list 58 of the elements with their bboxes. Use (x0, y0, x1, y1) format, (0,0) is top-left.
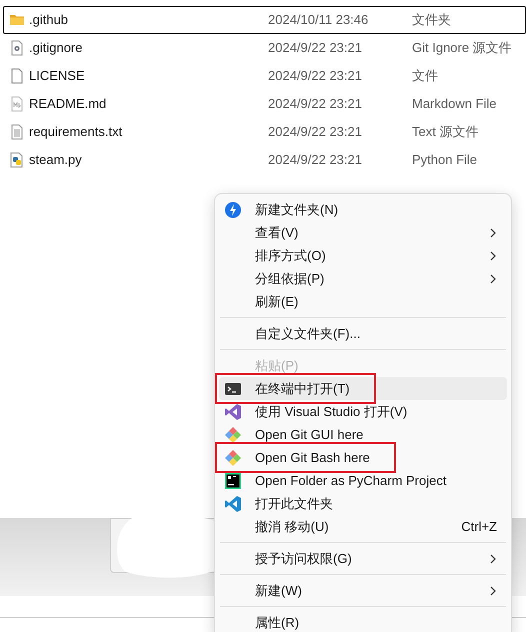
menu-item[interactable]: 使用 Visual Studio 打开(V) (219, 400, 507, 423)
menu-item[interactable]: 查看(V) (219, 221, 507, 244)
text-file-icon (8, 124, 24, 140)
file-name: requirements.txt (29, 123, 124, 142)
menu-item[interactable]: 属性(R) (219, 611, 507, 632)
menu-item[interactable]: 新建文件夹(N) (219, 198, 507, 221)
file-row[interactable]: README.md 2024/9/22 23:21 Markdown File (3, 90, 526, 118)
shortcut-text: Ctrl+Z (461, 518, 497, 536)
file-row[interactable]: .github 2024/10/11 23:46 文件夹 (3, 6, 526, 34)
menu-item[interactable]: 分组依据(P) (219, 267, 507, 290)
file-icon (8, 68, 24, 84)
menu-item: 粘贴(P) (254, 356, 300, 375)
menu-item[interactable]: 自定义文件夹(F)... (219, 322, 507, 345)
menu-item[interactable]: 授予访问权限(G) (219, 547, 507, 570)
file-date: 2024/9/22 23:21 (268, 95, 363, 114)
python-file-icon (8, 152, 24, 168)
file-date: 2024/9/22 23:21 (268, 151, 363, 170)
file-type: Markdown File (412, 95, 497, 114)
markdown-file-icon (8, 96, 24, 112)
menu-item[interactable]: 打开此文件夹 (219, 492, 507, 515)
file-row[interactable]: steam.py 2024/9/22 23:21 Python File (3, 146, 526, 174)
file-row[interactable]: .gitignore 2024/9/22 23:21 Git Ignore 源文件 (3, 34, 526, 62)
menu-item[interactable]: Open Folder as PyCharm Project (219, 469, 507, 492)
menu-item[interactable]: Open Git GUI here (219, 423, 507, 446)
chevron-right-icon (489, 586, 497, 596)
visual-studio-icon (224, 402, 242, 420)
menu-item[interactable]: Open Git Bash here (219, 446, 507, 469)
diamond-icon (224, 448, 242, 466)
gear-file-icon (8, 40, 24, 56)
file-row[interactable]: requirements.txt 2024/9/22 23:21 Text 源文件 (3, 118, 526, 146)
file-name: LICENSE (29, 67, 86, 86)
chevron-right-icon (489, 554, 497, 564)
file-name: .github (29, 11, 70, 30)
file-date: 2024/9/22 23:21 (268, 39, 363, 58)
file-date: 2024/9/22 23:21 (268, 123, 363, 142)
file-type: Text 源文件 (412, 123, 478, 142)
file-type: 文件夹 (412, 11, 451, 30)
chevron-right-icon (489, 274, 497, 284)
file-row[interactable]: LICENSE 2024/9/22 23:21 文件 (3, 62, 526, 90)
file-type: Git Ignore 源文件 (412, 39, 512, 58)
vscode-icon (224, 494, 242, 512)
diamond-icon (224, 426, 242, 444)
file-type: 文件 (412, 67, 438, 86)
chevron-right-icon (489, 228, 497, 238)
file-name: README.md (29, 95, 108, 114)
menu-item[interactable]: 刷新(E) (219, 290, 507, 313)
menu-item[interactable]: 新建(W) (219, 579, 507, 602)
chevron-right-icon (489, 250, 497, 260)
pycharm-icon (224, 472, 242, 490)
menu-item[interactable]: 排序方式(O) (219, 244, 507, 267)
file-name: steam.py (29, 151, 83, 170)
file-type: Python File (412, 151, 478, 170)
lightning-icon (224, 200, 242, 218)
file-name: .gitignore (29, 39, 84, 58)
menu-item[interactable]: 撤消 移动(U) Ctrl+Z (219, 515, 507, 538)
folder-icon (8, 12, 24, 28)
file-date: 2024/9/22 23:21 (268, 67, 363, 86)
file-date: 2024/10/11 23:46 (268, 11, 370, 30)
